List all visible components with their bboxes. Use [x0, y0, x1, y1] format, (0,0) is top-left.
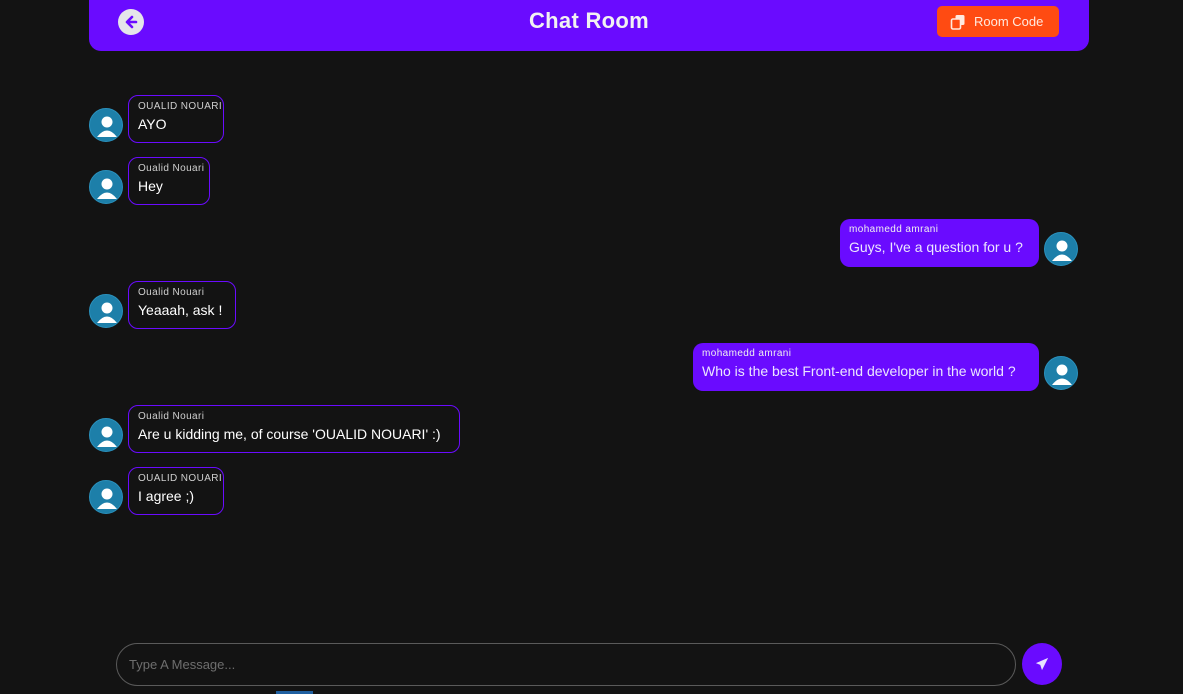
- message-text: Hey: [138, 178, 163, 194]
- avatar: [1044, 232, 1078, 266]
- avatar: [89, 170, 123, 204]
- message-input[interactable]: [129, 657, 1015, 672]
- message-composer: [116, 643, 1016, 686]
- copy-icon: [950, 14, 965, 30]
- message-bubble: OUALID NOUARI I agree ;): [128, 467, 224, 515]
- message-sender: mohamedd amrani: [849, 224, 939, 235]
- message-text: I agree ;): [138, 488, 195, 504]
- user-icon: [97, 426, 117, 447]
- user-icon: [97, 488, 117, 509]
- chat-app: Chat Room Room Code OUALID NOUARI AYO Ou…: [0, 0, 1183, 694]
- user-icon: [97, 116, 117, 137]
- message-bubble: mohamedd amrani Who is the best Front-en…: [693, 343, 1039, 391]
- paper-plane-icon: [1035, 657, 1049, 671]
- message-sender: Oualid Nouari: [138, 411, 205, 422]
- avatar: [89, 418, 123, 452]
- message-sender: mohamedd amrani: [702, 348, 792, 359]
- room-code-label: Room Code: [974, 14, 1044, 29]
- message-bubble: OUALID NOUARI AYO: [128, 95, 224, 143]
- message-text: AYO: [138, 116, 167, 132]
- message-text: Yeaaah, ask !: [138, 302, 223, 318]
- message-text: Are u kidding me, of course 'OUALID NOUA…: [138, 426, 441, 442]
- message-sender: OUALID NOUARI: [138, 101, 223, 112]
- message-sender: Oualid Nouari: [138, 163, 205, 174]
- user-icon: [97, 302, 117, 323]
- avatar: [89, 294, 123, 328]
- message-sender: Oualid Nouari: [138, 287, 205, 298]
- chat-header: Chat Room Room Code: [89, 0, 1089, 51]
- message-text: Who is the best Front-end developer in t…: [702, 363, 1016, 379]
- avatar: [1044, 356, 1078, 390]
- message-text: Guys, I've a question for u ?: [849, 239, 1023, 255]
- message-bubble: Oualid Nouari Hey: [128, 157, 210, 205]
- message-bubble: Oualid Nouari Are u kidding me, of cours…: [128, 405, 460, 453]
- user-icon: [1052, 240, 1072, 261]
- send-button[interactable]: [1022, 643, 1062, 685]
- user-icon: [1052, 364, 1072, 385]
- avatar: [89, 108, 123, 142]
- message-bubble: mohamedd amrani Guys, I've a question fo…: [840, 219, 1039, 267]
- avatar: [89, 480, 123, 514]
- room-code-button[interactable]: Room Code: [937, 6, 1059, 37]
- message-sender: OUALID NOUARI: [138, 473, 223, 484]
- message-bubble: Oualid Nouari Yeaaah, ask !: [128, 281, 236, 329]
- user-icon: [97, 178, 117, 199]
